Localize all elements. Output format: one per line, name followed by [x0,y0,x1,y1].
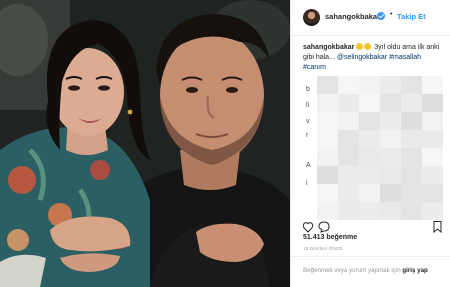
mosaic-block [317,94,338,112]
caption-hashtag-link[interactable]: #masallah [389,54,421,61]
comment-fragment: A [306,162,311,169]
mosaic-block [338,130,359,148]
post-photo[interactable] [0,0,290,287]
profile-avatar[interactable] [303,9,320,26]
mosaic-block [422,112,443,130]
mosaic-block [422,148,443,166]
mosaic-block [422,94,443,112]
login-prompt: Beğenmek veya yorum yapmak için giriş ya… [303,266,443,275]
login-prompt-text: Beğenmek veya yorum yapmak için [303,267,403,274]
comment-icon[interactable] [318,221,330,233]
mosaic-block [401,112,422,130]
mosaic-block [380,130,401,148]
mosaic-block [401,184,422,202]
mosaic-block [401,94,422,112]
mosaic-block [317,76,338,94]
mosaic-block [338,112,359,130]
comment-fragment: v [306,118,310,125]
mosaic-block [317,202,338,220]
comment-fragment: i [306,180,308,187]
mosaic-block [338,184,359,202]
verified-badge-icon [377,12,385,20]
mosaic-block [317,166,338,184]
smile-emoji-icon [356,43,364,50]
mosaic-block [401,130,422,148]
login-link[interactable]: giriş yap [402,267,427,274]
caption-username-link[interactable]: sahangokbakar [303,44,354,51]
mosaic-block [380,148,401,166]
mosaic-block [422,76,443,94]
caption-mention-link[interactable]: @selingokbakar [337,54,387,61]
mosaic-block [338,76,359,94]
heart-icon[interactable] [302,222,314,233]
mosaic-block [422,166,443,184]
mosaic-block [359,94,380,112]
mosaic-block [380,202,401,220]
comment-fragment: li [306,102,310,109]
mosaic-block [317,112,338,130]
mosaic-block [338,202,359,220]
mosaic-block [317,184,338,202]
action-bar [302,220,443,234]
mosaic-block [317,130,338,148]
mosaic-block [380,94,401,112]
comment-footer: Beğenmek veya yorum yapmak için giriş ya… [291,256,450,287]
likes-count[interactable]: 51.413 beğenme [303,234,357,241]
mosaic-block [359,112,380,130]
comment-fragment: b [306,86,310,93]
mosaic-block [422,184,443,202]
bookmark-icon[interactable] [433,221,442,234]
mosaic-block [359,184,380,202]
post-header: sahangokbakar • Takip Et [291,0,450,36]
mosaic-block [380,184,401,202]
mosaic-block [380,112,401,130]
mosaic-block [338,166,359,184]
mosaic-block [338,94,359,112]
smile-emoji-icon [364,43,372,50]
follow-button[interactable]: Takip Et [397,12,426,21]
pixelated-comments: b li v r A i [305,76,443,228]
mosaic-block [422,202,443,220]
mosaic-block [359,76,380,94]
mosaic-block [401,202,422,220]
mosaic-block [359,148,380,166]
mosaic-block [380,166,401,184]
post-side-panel: sahangokbakar • Takip Et sahangokbakar 3… [290,0,450,287]
post-caption: sahangokbakar 3yıl oldu ama ilk anki gib… [303,43,443,73]
instagram-post-viewer: sahangokbakar • Takip Et sahangokbakar 3… [0,0,450,287]
post-timestamp: 18 DAKİKA ÖNCE [303,246,343,251]
mosaic-block [359,202,380,220]
couple-photo-illustration [0,0,290,287]
mosaic-block [422,130,443,148]
header-username-link[interactable]: sahangokbakar [325,12,380,21]
mosaic-block [338,148,359,166]
mosaic-block [359,166,380,184]
mosaic-block [317,148,338,166]
comment-fragment: r [306,132,309,139]
mosaic-block [401,76,422,94]
mosaic-block [401,148,422,166]
header-separator: • [390,11,393,18]
mosaic-block [359,130,380,148]
caption-hashtag-link[interactable]: #canım [303,64,326,71]
mosaic-block [401,166,422,184]
mosaic-block [380,76,401,94]
